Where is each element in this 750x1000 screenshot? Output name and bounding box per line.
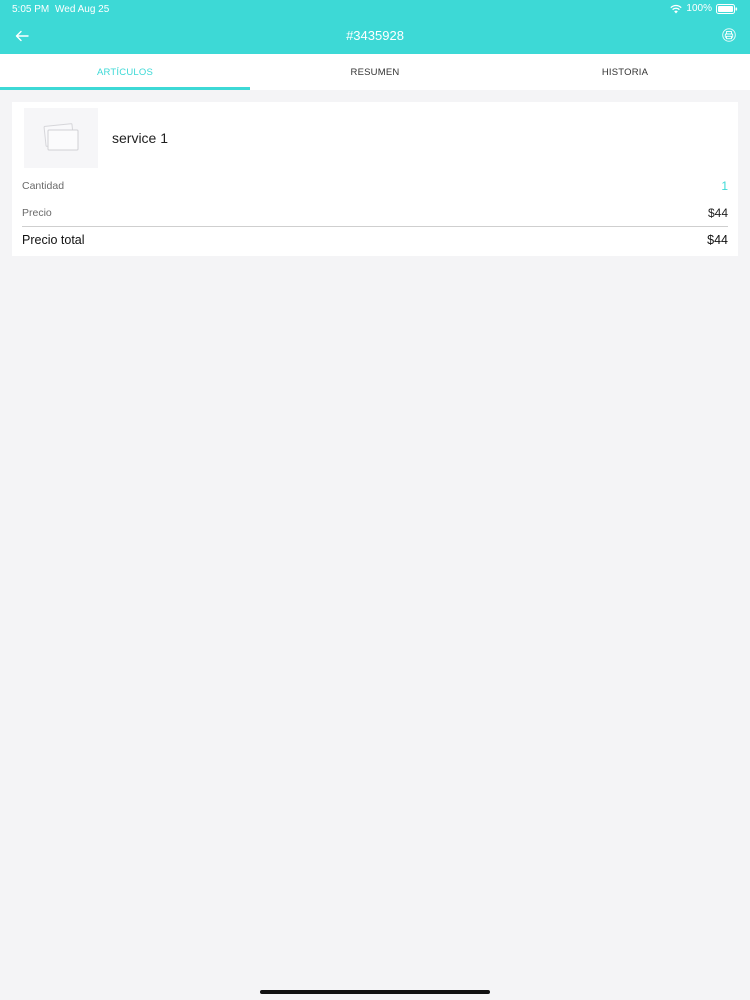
battery-percent: 100% — [686, 3, 712, 14]
home-indicator[interactable] — [260, 990, 490, 994]
item-thumbnail — [24, 108, 98, 168]
order-number-title: #3435928 — [346, 28, 404, 43]
nav-bar: #3435928 — [0, 20, 750, 54]
price-row: Precio $44 — [22, 206, 728, 220]
item-name: service 1 — [112, 130, 169, 146]
total-divider — [22, 226, 728, 227]
status-date: Wed Aug 25 — [55, 4, 110, 15]
status-time: 5:05 PM — [12, 4, 50, 15]
total-row: Precio total $44 — [22, 233, 728, 247]
price-value: $44 — [707, 206, 728, 220]
image-placeholder-icon — [43, 123, 79, 151]
status-indicators: 100% — [670, 3, 738, 14]
print-button[interactable] — [720, 26, 738, 44]
quantity-row: Cantidad 1 — [22, 179, 728, 193]
status-bar: 5:05 PM Wed Aug 25 100% — [0, 0, 750, 18]
battery-icon — [716, 3, 738, 14]
wifi-icon — [670, 4, 683, 13]
app-header: 5:05 PM Wed Aug 25 100% #3435928 — [0, 0, 750, 54]
tab-historia[interactable]: HISTORIA — [500, 54, 750, 90]
price-label: Precio — [22, 207, 52, 219]
total-label: Precio total — [22, 233, 85, 247]
quantity-value[interactable]: 1 — [721, 179, 728, 193]
tab-bar: ARTÍCULOS RESUMEN HISTORIA — [0, 54, 750, 90]
printer-icon — [722, 28, 736, 42]
total-value: $44 — [707, 233, 728, 247]
quantity-label: Cantidad — [22, 180, 65, 192]
tab-resumen[interactable]: RESUMEN — [250, 54, 500, 90]
item-card[interactable]: service 1 Cantidad 1 Precio $44 Precio t… — [12, 102, 738, 256]
tab-articulos[interactable]: ARTÍCULOS — [0, 54, 250, 90]
